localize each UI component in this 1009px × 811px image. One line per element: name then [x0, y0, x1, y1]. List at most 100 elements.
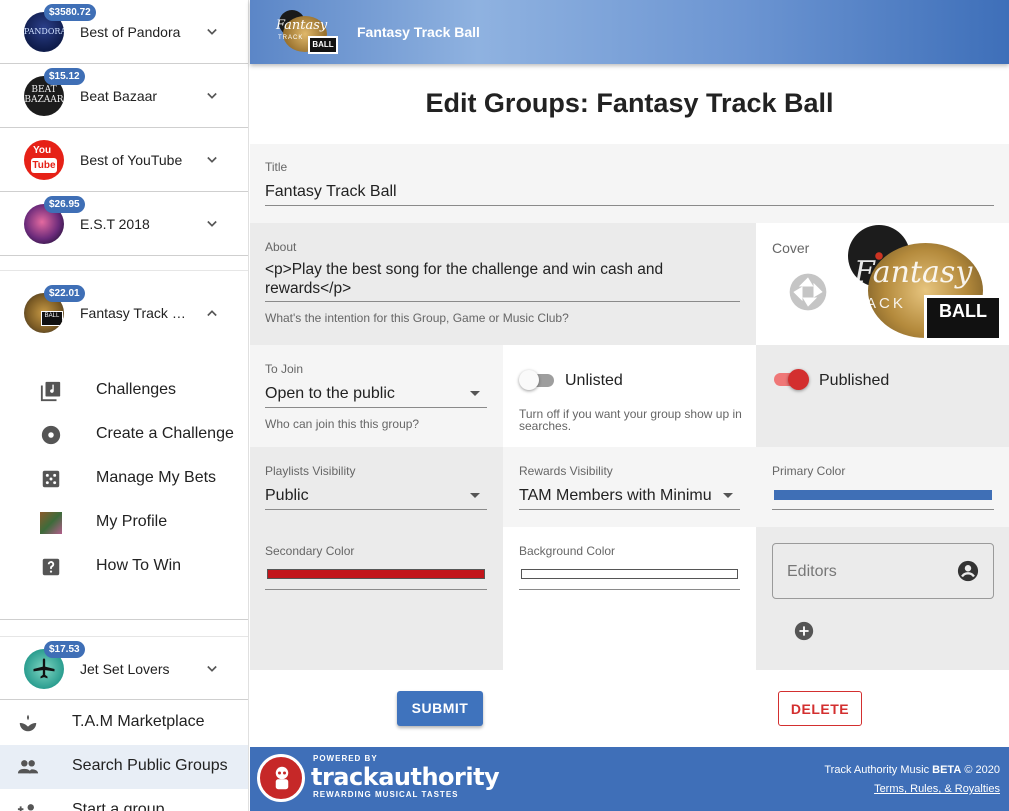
background-color-field[interactable]: Background Color: [503, 527, 756, 670]
background-color-label: Background Color: [519, 544, 616, 558]
balance-badge: $22.01: [44, 285, 85, 302]
balance-badge: $17.53: [44, 641, 85, 658]
about-field[interactable]: About <p>Play the best song for the chal…: [250, 223, 756, 345]
group-item-beat-bazaar[interactable]: BEAT BAZAAR $15.12 Beat Bazaar: [0, 64, 248, 128]
people-icon: [17, 760, 39, 774]
secondary-color-swatch[interactable]: [267, 569, 485, 579]
rewards-visibility-field[interactable]: Rewards Visibility TAM Members with Mini…: [503, 447, 756, 527]
playlists-visibility-underline: [265, 509, 487, 510]
group-item-jet-set-lovers[interactable]: $17.53 Jet Set Lovers: [0, 636, 248, 700]
balance-badge: $15.12: [44, 68, 85, 85]
chevron-up-icon[interactable]: [202, 303, 222, 323]
chevron-down-icon[interactable]: [202, 150, 222, 170]
terms-link[interactable]: Terms, Rules, & Royalties: [874, 783, 1000, 795]
nav-item-search-public-groups[interactable]: Search Public Groups: [0, 745, 248, 789]
submenu-item-my-profile[interactable]: My Profile: [0, 501, 248, 545]
published-toggle[interactable]: [772, 369, 812, 390]
dropdown-caret-icon[interactable]: [723, 493, 733, 498]
editors-field: Editors: [756, 527, 1009, 670]
title-input[interactable]: Fantasy Track Ball: [265, 183, 397, 201]
chevron-down-icon[interactable]: [202, 86, 222, 106]
active-group-panel: BALL $22.01 Fantasy Track Ball Challenge…: [0, 270, 248, 620]
playlist-add-icon: [40, 381, 61, 402]
profile-image-icon: [40, 512, 62, 534]
robot-mascot-icon: [275, 766, 289, 790]
header-title: Fantasy Track Ball: [357, 24, 480, 40]
submenu-item-create-challenge[interactable]: Create a Challenge: [0, 413, 248, 457]
nav-item-start-group[interactable]: Start a group: [0, 789, 248, 811]
account-circle-icon: [957, 560, 979, 582]
submenu-item-manage-bets[interactable]: Manage My Bets: [0, 457, 248, 501]
about-underline: [265, 301, 740, 302]
published-field: Published: [756, 345, 1009, 447]
primary-color-field[interactable]: Primary Color: [756, 447, 1009, 527]
balance-badge: $3580.72: [44, 4, 96, 21]
airplane-icon: [33, 658, 55, 679]
chevron-down-icon[interactable]: [202, 659, 222, 679]
page-title: Edit Groups: Fantasy Track Ball: [425, 88, 834, 118]
disc-icon: [41, 425, 61, 445]
background-color-underline: [519, 589, 740, 590]
secondary-color-label: Secondary Color: [265, 544, 355, 558]
to-join-field[interactable]: To Join Open to the public Who can join …: [250, 345, 503, 447]
submenu-label: My Profile: [96, 513, 168, 530]
balance-badge: $26.95: [44, 196, 85, 213]
group-item-fantasy-track-ball[interactable]: BALL $22.01 Fantasy Track Ball: [0, 281, 248, 345]
about-label: About: [265, 240, 297, 254]
unlisted-hint: Turn off if you want your group show up …: [519, 407, 742, 433]
primary-color-label: Primary Color: [772, 464, 846, 478]
playlists-visibility-select[interactable]: Public: [265, 487, 309, 505]
copyright: Track Authority Music BETA © 2020: [824, 764, 1000, 776]
playlists-visibility-field[interactable]: Playlists Visibility Public: [250, 447, 503, 527]
cover-field[interactable]: Cover Fantasy TRACK BALL: [756, 223, 1009, 345]
background-color-swatch[interactable]: [521, 569, 738, 579]
group-add-icon: [17, 804, 34, 811]
add-editor-icon[interactable]: [793, 620, 815, 642]
camera-shutter-icon[interactable]: [786, 270, 830, 314]
beta-label: BETA: [932, 764, 962, 776]
group-item-best-of-pandora[interactable]: PANDORA $3580.72 Best of Pandora: [0, 0, 248, 64]
unlisted-toggle[interactable]: [519, 370, 557, 390]
nav-label: T.A.M Marketplace: [72, 713, 205, 730]
about-hint: What's the intention for this Group, Gam…: [265, 311, 569, 325]
rewards-visibility-select[interactable]: TAM Members with Minimu: [519, 487, 715, 505]
cover-image[interactable]: Fantasy TRACK BALL: [836, 225, 1006, 343]
about-textarea[interactable]: <p>Play the best song for the challenge …: [265, 260, 735, 298]
chevron-down-icon[interactable]: [202, 214, 222, 234]
group-item-best-of-youtube[interactable]: You Tube Best of YouTube: [0, 128, 248, 192]
group-item-est-2018[interactable]: $26.95 E.S.T 2018: [0, 192, 248, 256]
dropdown-caret-icon[interactable]: [470, 493, 480, 498]
title-underline: [265, 205, 994, 206]
nav-label: Search Public Groups: [72, 757, 228, 774]
submenu-item-challenges[interactable]: Challenges: [0, 369, 248, 413]
secondary-color-underline: [265, 589, 487, 590]
primary-color-underline: [772, 509, 994, 510]
editors-input[interactable]: Editors: [772, 543, 994, 599]
secondary-color-field[interactable]: Secondary Color: [250, 527, 503, 670]
title-field[interactable]: Title Fantasy Track Ball: [250, 144, 1009, 223]
group-name: E.S.T 2018: [80, 216, 150, 232]
logo-ball-text: BALL: [308, 36, 338, 54]
powered-by-text: POWERED BY: [313, 754, 378, 763]
to-join-select[interactable]: Open to the public: [265, 385, 395, 403]
cover-logo-subtext: TRACK: [840, 295, 906, 312]
nav-item-marketplace[interactable]: T.A.M Marketplace: [0, 701, 248, 745]
nav-label: Start a group: [72, 801, 165, 811]
copyright-suffix: © 2020: [964, 764, 1000, 776]
submit-button[interactable]: SUBMIT: [397, 691, 483, 726]
primary-color-swatch[interactable]: [774, 490, 992, 500]
delete-button[interactable]: DELETE: [778, 691, 862, 726]
submenu-item-how-to-win[interactable]: How To Win: [0, 545, 248, 589]
submenu-label: Create a Challenge: [96, 425, 234, 442]
marketplace-icon: [19, 714, 37, 732]
cover-label: Cover: [772, 240, 810, 256]
group-name: Jet Set Lovers: [80, 661, 170, 677]
cover-ball-text: BALL: [924, 295, 1002, 341]
editors-placeholder: Editors: [787, 563, 837, 580]
fantasy-track-ball-logo[interactable]: Fantasy TRACK BALL: [276, 8, 340, 56]
unlisted-field: Unlisted Turn off if you want your group…: [503, 345, 756, 447]
sidebar: PANDORA $3580.72 Best of Pandora BEAT BAZ…: [0, 0, 249, 811]
dropdown-caret-icon[interactable]: [470, 391, 480, 396]
chevron-down-icon[interactable]: [202, 22, 222, 42]
track-authority-logo[interactable]: POWERED BY trackauthority REWARDING MUSI…: [257, 752, 527, 806]
